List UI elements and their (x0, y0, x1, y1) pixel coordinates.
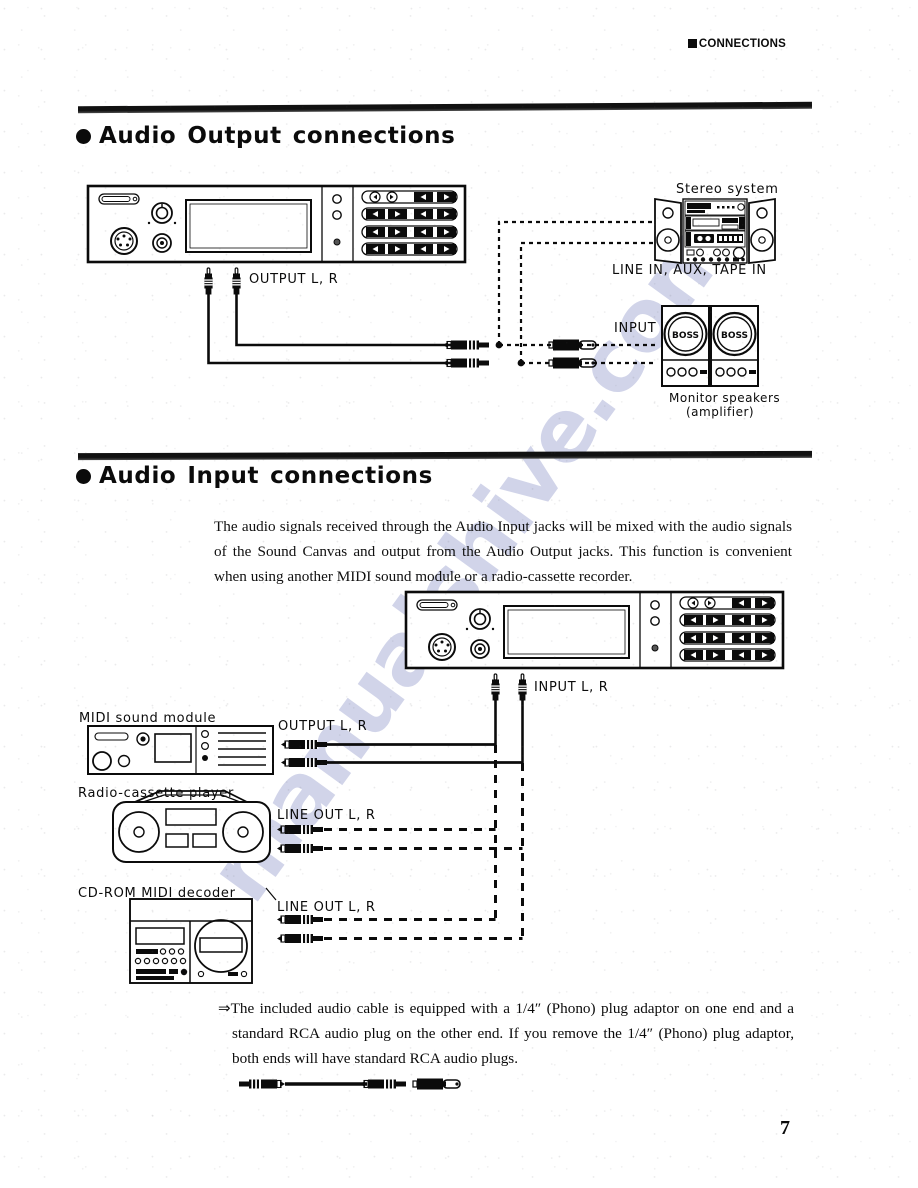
svg-text:BOSS: BOSS (721, 331, 748, 341)
stereo-system-illustration (654, 197, 776, 265)
label-midi-module-output: OUTPUT L, R (278, 719, 368, 734)
junction-dot-lower (517, 359, 525, 367)
bullet-icon (76, 129, 91, 144)
label-input-jacks: INPUT L, R (534, 680, 609, 695)
footnote-text: The included audio cable is equipped wit… (230, 1000, 794, 1067)
input-bus-dashed (494, 745, 524, 943)
label-monitor-amplifier: (amplifier) (686, 405, 755, 419)
output-jack-plug-left (203, 267, 214, 296)
input-jack-plug-right (517, 673, 528, 702)
cdrom-rca-lower (276, 933, 324, 944)
section-rule-input (77, 450, 813, 461)
section-heading-audio-input: Audio Input connections (76, 463, 433, 489)
page-number: 7 (780, 1117, 790, 1139)
radio-cassette-rca-lower (276, 843, 324, 854)
included-audio-cable-illustration (238, 1077, 461, 1091)
output-dotted-routing (497, 220, 655, 365)
bullet-icon (76, 469, 91, 484)
footnote: ⇒The included audio cable is equipped wi… (218, 996, 794, 1071)
sound-canvas-unit-top (86, 184, 467, 264)
cdrom-cable (324, 918, 523, 940)
running-head: CONNECTIONS (687, 38, 786, 50)
radio-cassette-player-illustration (112, 790, 271, 863)
radio-cassette-cable (324, 828, 523, 850)
label-output-jacks: OUTPUT L, R (249, 272, 339, 287)
radio-cassette-rca-upper (276, 824, 324, 835)
running-head-label: CONNECTIONS (698, 38, 786, 50)
sound-canvas-unit-bottom (404, 590, 785, 670)
monitor-speaker-right: BOSS (710, 305, 759, 387)
cdrom-midi-decoder-illustration (129, 887, 277, 984)
label-stereo-inputs: LINE IN, AUX, TAPE IN (612, 263, 767, 278)
output-jack-plug-right (231, 267, 242, 296)
output-cable-rca-upper (442, 339, 490, 351)
label-cdrom-lineout: LINE OUT L, R (277, 900, 376, 915)
label-monitor-speakers: Monitor speakers (669, 391, 781, 405)
output-cable-rca-lower (442, 357, 490, 369)
midi-module-rca-lower (280, 757, 328, 768)
label-midi-sound-module: MIDI sound module (79, 711, 217, 726)
cdrom-rca-upper (276, 914, 324, 925)
intro-paragraph: The audio signals received through the A… (214, 518, 792, 585)
label-radio-cassette-lineout: LINE OUT L, R (277, 808, 376, 823)
phono-adaptor-upper (548, 338, 597, 352)
heading-word-3: connections (270, 463, 433, 489)
input-jack-plug-left (490, 673, 501, 702)
label-radio-cassette-player: Radio-cassette player (78, 786, 235, 801)
heading-word-2: Input (187, 463, 260, 489)
label-stereo-system: Stereo system (676, 182, 779, 197)
label-speaker-input: INPUT (614, 321, 657, 336)
section-heading-audio-output: Audio Output connections (76, 123, 455, 149)
heading-word-3: connections (292, 123, 456, 149)
midi-module-rca-upper (280, 739, 328, 750)
midi-module-cable (326, 743, 523, 764)
midi-sound-module-illustration (87, 725, 274, 775)
monitor-speaker-left: BOSS (661, 305, 710, 387)
heading-word-1: Audio (99, 123, 177, 149)
section-rule-output (77, 101, 813, 114)
heading-word-1: Audio (99, 463, 177, 489)
output-cable-paths (207, 292, 454, 365)
heading-word-2: Output (187, 123, 282, 149)
running-head-square-icon (687, 39, 697, 48)
svg-text:BOSS: BOSS (672, 331, 699, 341)
phono-adaptor-lower (548, 356, 597, 370)
junction-dot-upper (495, 341, 503, 349)
label-cdrom-midi-decoder: CD-ROM MIDI decoder (78, 886, 236, 901)
footnote-arrow-icon: ⇒ (218, 999, 231, 1017)
